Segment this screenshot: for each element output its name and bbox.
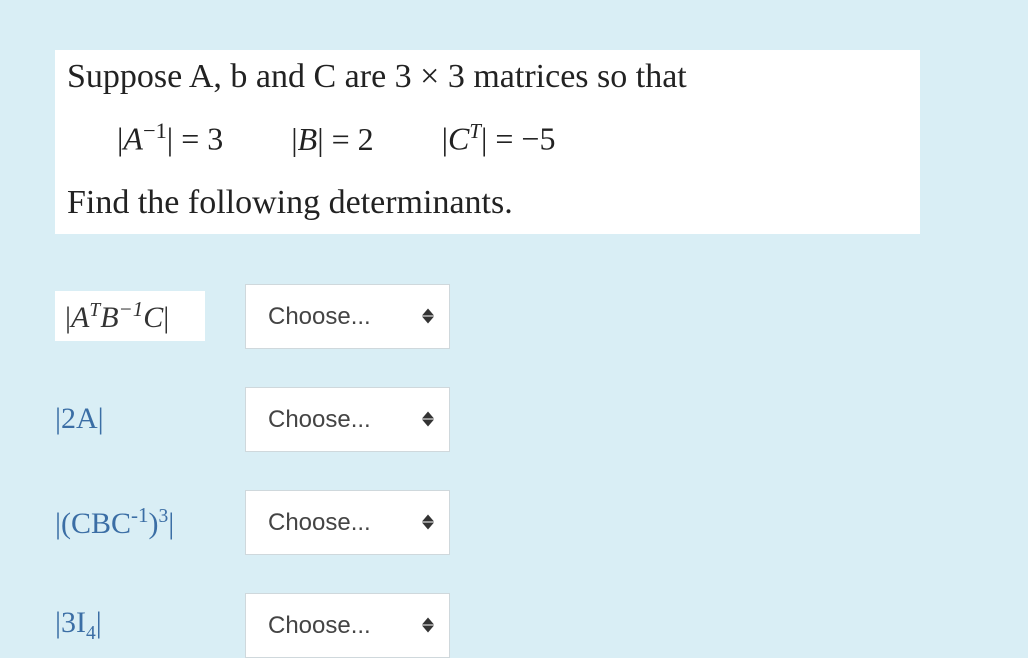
question-row-2: |2A| Choose... [55, 387, 973, 452]
question-label-1: |ATB−1C| [55, 291, 205, 341]
questions-list: |ATB−1C| Choose... |2A| Choose... |(CBC-… [55, 284, 973, 658]
dropdown-wrap-2: Choose... [245, 387, 450, 452]
given-equations: |A−1| = 3 |B| = 2 |CT| = −5 [67, 118, 908, 158]
dropdown-wrap-4: Choose... [245, 593, 450, 658]
answer-select-2[interactable]: Choose... [245, 387, 450, 452]
dropdown-wrap-1: Choose... [245, 284, 450, 349]
equation-3: |CT| = −5 [442, 120, 556, 158]
question-label-4: |3I4| [55, 606, 245, 645]
problem-intro: Suppose A, b and C are 3 × 3 matrices so… [67, 58, 908, 96]
answer-select-3[interactable]: Choose... [245, 490, 450, 555]
problem-statement-box: Suppose A, b and C are 3 × 3 matrices so… [55, 50, 920, 234]
equation-1: |A−1| = 3 [117, 118, 223, 158]
dropdown-wrap-3: Choose... [245, 490, 450, 555]
answer-select-1[interactable]: Choose... [245, 284, 450, 349]
answer-select-4[interactable]: Choose... [245, 593, 450, 658]
question-row-1: |ATB−1C| Choose... [55, 284, 973, 349]
question-row-4: |3I4| Choose... [55, 593, 973, 658]
question-label-3: |(CBC-1)3| [55, 503, 245, 541]
question-row-3: |(CBC-1)3| Choose... [55, 490, 973, 555]
equation-2: |B| = 2 [291, 121, 373, 158]
problem-instruction: Find the following determinants. [67, 184, 908, 222]
question-label-2: |2A| [55, 402, 245, 436]
